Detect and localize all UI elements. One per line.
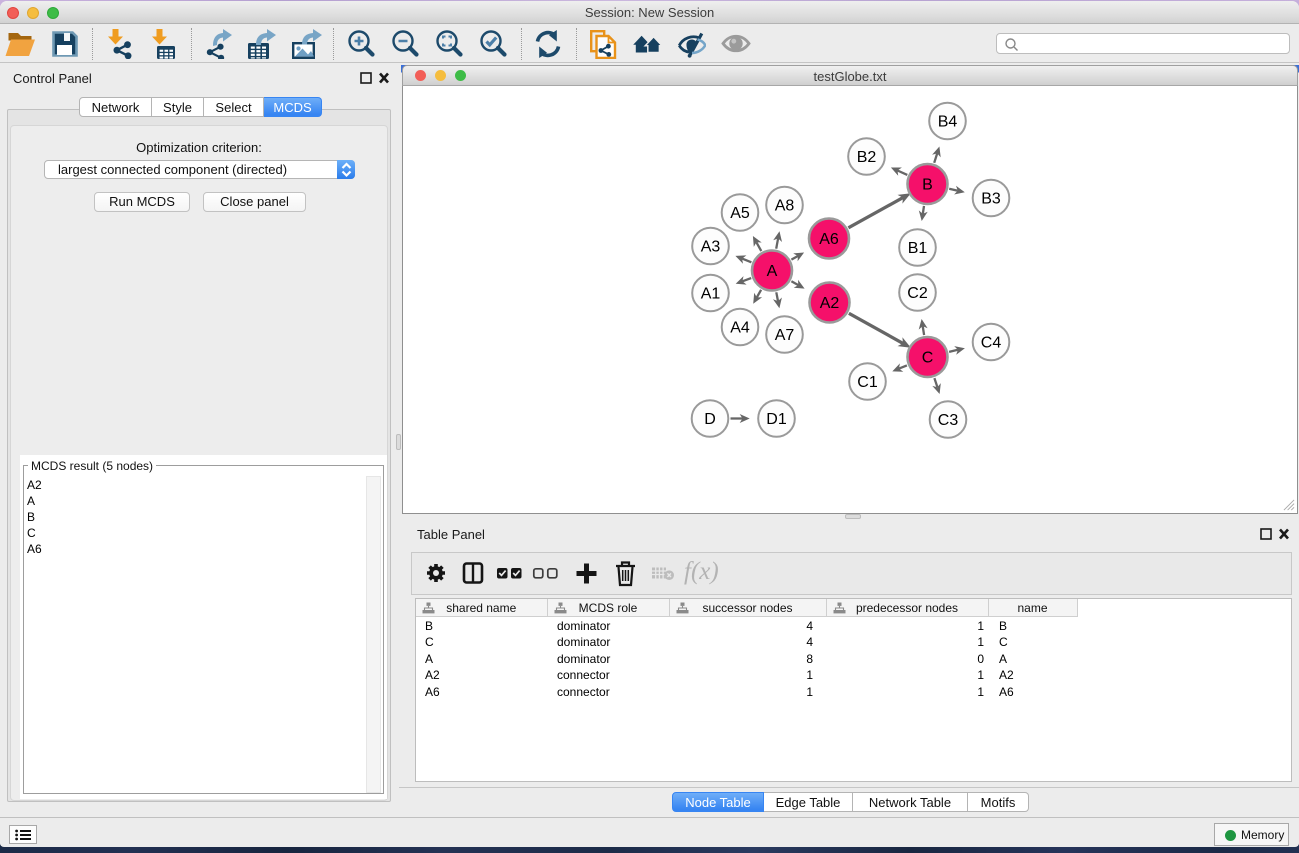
svg-text:A: A (767, 263, 778, 280)
svg-text:B1: B1 (908, 240, 928, 257)
svg-text:A1: A1 (701, 286, 721, 303)
svg-text:D: D (704, 411, 716, 428)
svg-text:C3: C3 (938, 412, 959, 429)
svg-text:A3: A3 (701, 239, 721, 256)
svg-text:A7: A7 (775, 327, 795, 344)
svg-text:A8: A8 (775, 198, 795, 215)
svg-text:C2: C2 (907, 285, 928, 302)
svg-text:A2: A2 (820, 295, 840, 312)
svg-text:A4: A4 (730, 320, 750, 337)
svg-text:B2: B2 (857, 149, 877, 166)
svg-text:A5: A5 (730, 205, 750, 222)
svg-text:D1: D1 (766, 411, 787, 428)
svg-text:C: C (922, 350, 934, 367)
svg-text:C1: C1 (857, 374, 878, 391)
svg-text:B: B (922, 177, 933, 194)
svg-text:B4: B4 (938, 114, 958, 131)
svg-text:B3: B3 (981, 191, 1001, 208)
svg-text:A6: A6 (819, 231, 839, 248)
svg-text:C4: C4 (981, 335, 1002, 352)
